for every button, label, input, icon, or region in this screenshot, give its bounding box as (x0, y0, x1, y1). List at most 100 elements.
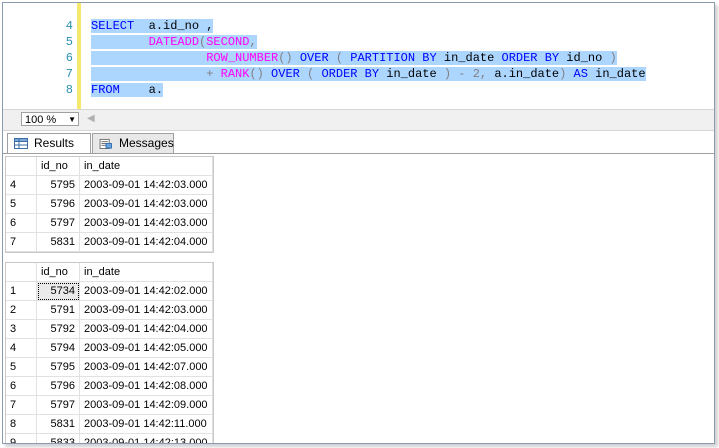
code-token: a.id_no , (134, 19, 214, 33)
results-pane: id_no in_date 4 5795 2003-09-01 14:42:03.0… (3, 153, 714, 443)
line-number: 6 (65, 51, 73, 65)
row-number[interactable]: 4 (6, 338, 37, 358)
cell-in-date[interactable]: 2003-09-01 14:42:07.000 (79, 357, 213, 377)
zoom-value: 100 % (25, 114, 57, 126)
selection-highlight: + RANK() OVER ( ORDER BY in_date ) - 2, … (91, 67, 646, 81)
table-row[interactable]: 5 5796 2003-09-01 14:42:03.000 (6, 194, 213, 214)
row-number[interactable]: 6 (6, 213, 37, 233)
cell-id-no[interactable]: 5797 (36, 395, 80, 415)
cell-in-date[interactable]: 2003-09-01 14:42:13.000 (79, 433, 213, 443)
cell-id-no[interactable]: 5795 (36, 175, 80, 195)
row-number[interactable]: 4 (6, 175, 37, 195)
row-number[interactable]: 7 (6, 395, 37, 415)
cell-in-date[interactable]: 2003-09-01 14:42:08.000 (79, 376, 213, 396)
cell-id-no[interactable]: 5833 (36, 433, 80, 443)
corner-cell[interactable] (6, 263, 37, 282)
cell-in-date[interactable]: 2003-09-01 14:42:09.000 (79, 395, 213, 415)
cell-id-no[interactable]: 5796 (36, 194, 80, 214)
code-token: ORDER BY (501, 51, 560, 65)
row-number[interactable]: 5 (6, 357, 37, 377)
row-number[interactable]: 8 (6, 414, 37, 434)
column-header-id-no[interactable]: id_no (36, 157, 80, 176)
code-token: in_date (379, 67, 444, 81)
cell-id-no[interactable]: 5791 (36, 300, 80, 320)
cell-id-no[interactable]: 5792 (36, 319, 80, 339)
code-line[interactable]: SELECT a.id_no , (91, 19, 214, 35)
cell-in-date[interactable]: 2003-09-01 14:42:11.000 (79, 414, 213, 434)
table-row[interactable]: 8 5831 2003-09-01 14:42:11.000 (6, 414, 213, 434)
corner-cell[interactable] (6, 157, 37, 176)
table-row[interactable]: 4 5794 2003-09-01 14:42:05.000 (6, 338, 213, 358)
cell-in-date[interactable]: 2003-09-01 14:42:04.000 (79, 232, 213, 252)
code-token: DATEADD (148, 35, 200, 49)
cell-in-date[interactable]: 2003-09-01 14:42:03.000 (79, 194, 213, 214)
table-row[interactable]: 4 5795 2003-09-01 14:42:03.000 (6, 175, 213, 195)
result-tabs: Results Messages (3, 131, 714, 153)
zoom-select[interactable]: 100 % ▼ (21, 112, 79, 126)
cell-in-date[interactable]: 2003-09-01 14:42:03.000 (79, 175, 213, 195)
code-token: () (278, 51, 300, 65)
result-grid-1[interactable]: id_no in_date 4 5795 2003-09-01 14:42:03.0… (5, 156, 214, 253)
line-number-gutter: 3 4 5 6 7 8 (3, 3, 73, 109)
table-row[interactable]: 1 5734 2003-09-01 14:42:02.000 (6, 281, 213, 301)
header-row: id_no in_date (6, 157, 213, 176)
code-token: () (249, 67, 272, 81)
row-number[interactable]: 7 (6, 232, 37, 252)
table-row[interactable]: 5 5795 2003-09-01 14:42:07.000 (6, 357, 213, 377)
table-row[interactable]: 6 5796 2003-09-01 14:42:08.000 (6, 376, 213, 396)
table-row[interactable]: 3 5792 2003-09-01 14:42:04.000 (6, 319, 213, 339)
code-line[interactable]: ROW_NUMBER() OVER ( PARTITION BY in_date… (91, 51, 617, 67)
row-number[interactable]: 2 (6, 300, 37, 320)
code-line[interactable]: FROM a. (91, 83, 164, 99)
table-row[interactable]: 9 5833 2003-09-01 14:42:13.000 (6, 433, 213, 443)
code-token: ) (559, 67, 574, 81)
row-number[interactable]: 3 (6, 319, 37, 339)
cell-id-no[interactable]: 5797 (36, 213, 80, 233)
scroll-left-icon[interactable]: ◀ (87, 113, 95, 124)
cell-in-date[interactable]: 2003-09-01 14:42:05.000 (79, 338, 213, 358)
change-tracking-bar (77, 3, 81, 109)
line-number: 5 (65, 35, 73, 49)
header-row: id_no in_date (6, 263, 213, 282)
row-number[interactable]: 5 (6, 194, 37, 214)
line-number: 8 (65, 83, 73, 97)
tab-results-label: Results (34, 136, 75, 150)
code-line[interactable]: DATEADD(SECOND, (91, 35, 257, 51)
selection-highlight: DATEADD(SECOND, (91, 35, 257, 49)
cell-id-no[interactable]: 5796 (36, 376, 80, 396)
cell-in-date[interactable]: 2003-09-01 14:42:04.000 (79, 319, 213, 339)
table-row[interactable]: 6 5797 2003-09-01 14:42:03.000 (6, 213, 213, 233)
column-header-in-date[interactable]: in_date (79, 263, 213, 282)
tab-messages-label: Messages (119, 136, 174, 150)
code-token: a. (119, 83, 164, 97)
code-token: SELECT (91, 19, 135, 33)
table-row[interactable]: 7 5831 2003-09-01 14:42:04.000 (6, 232, 213, 252)
cell-id-no[interactable]: 5831 (36, 232, 80, 252)
column-header-in-date[interactable]: in_date (79, 157, 213, 176)
cell-in-date[interactable]: 2003-09-01 14:42:03.000 (79, 213, 213, 233)
cell-id-no[interactable]: 5794 (36, 338, 80, 358)
cell-in-date[interactable]: 2003-09-01 14:42:02.000 (79, 281, 213, 301)
code-line[interactable]: + RANK() OVER ( ORDER BY in_date ) - 2, … (91, 67, 646, 83)
code-area[interactable]: SELECT a.id_no , DATEADD(SECOND, ROW_NUM… (91, 3, 714, 109)
table-row[interactable]: 2 5791 2003-09-01 14:42:03.000 (6, 300, 213, 320)
tab-messages[interactable]: Messages (92, 133, 174, 153)
tab-results[interactable]: Results (7, 133, 91, 153)
row-number[interactable]: 9 (6, 433, 37, 443)
code-token: ) - 2, (443, 67, 495, 81)
code-token: OVER (271, 67, 300, 81)
cell-id-no[interactable]: 5831 (36, 414, 80, 434)
row-number[interactable]: 6 (6, 376, 37, 396)
cell-in-date[interactable]: 2003-09-01 14:42:03.000 (79, 300, 213, 320)
code-token: OVER (299, 51, 329, 65)
cell-id-no[interactable]: 5795 (36, 357, 80, 377)
column-header-id-no[interactable]: id_no (36, 263, 80, 282)
code-token: + (206, 67, 221, 81)
table-row[interactable]: 7 5797 2003-09-01 14:42:09.000 (6, 395, 213, 415)
cell-id-no[interactable]: 5734 (36, 281, 80, 301)
code-token: ROW_NUMBER (206, 51, 279, 65)
row-number[interactable]: 1 (6, 281, 37, 301)
result-grid-2[interactable]: id_no in_date 1 5734 2003-09-01 14:42:02.0… (5, 262, 214, 443)
sql-editor[interactable]: 3 4 5 6 7 8 SELECT a.id_no , DATEADD(SEC… (3, 3, 714, 109)
